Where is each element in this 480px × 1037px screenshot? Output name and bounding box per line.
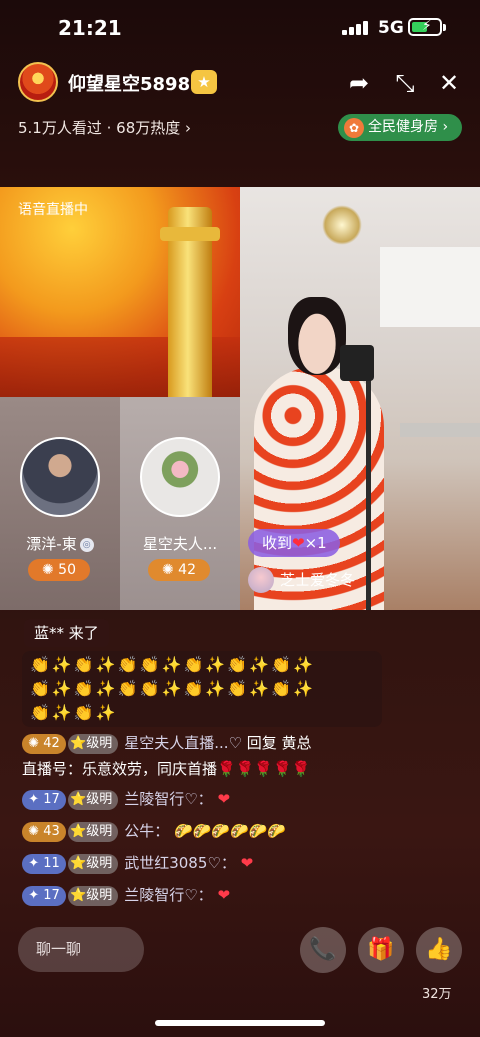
chat-username[interactable]: 公牛： [124,822,169,840]
heart-icon: ❤ [217,790,231,808]
rank-badge: ⭐级明 [68,821,119,842]
rank-badge: ⭐级明 [68,885,119,906]
badge-icon: ★ [191,70,217,94]
rank-badge: ⭐级明 [68,853,119,874]
status-time: 21:21 [58,16,122,40]
status-bar: 21:21 5G ⚡ [0,0,480,56]
background-table [400,423,480,437]
chat-message[interactable]: ✦ 17 ⭐级明 兰陵智行♡： ❤ [22,786,230,812]
host-avatar[interactable] [18,62,58,102]
sender-name: 芝士爱冬冬 [280,571,356,589]
guest-avatar [20,437,100,517]
like-count: 32万 [422,987,452,1002]
guest-avatar [140,437,220,517]
home-indicator[interactable] [155,1020,325,1026]
chat-username[interactable]: 星空夫人直播...♡ [124,734,242,752]
level-badge: ✺ 43 [22,821,66,842]
signal-icon [342,21,372,35]
voice-panel[interactable]: 语音直播中 [0,187,240,397]
phone-stand [366,377,371,610]
battery-icon: ⚡ [408,18,442,36]
fitness-icon: ✿ [344,118,364,138]
rank-badge: ⭐级明 [68,733,119,754]
pillar-top [160,227,220,241]
chat-username[interactable]: 武世红3085♡： [124,854,236,872]
like-icon[interactable]: 👍 [416,927,462,973]
level-badge: ✦ 17 [22,885,66,906]
guest-name: 漂洋-東 [26,535,77,553]
host-video[interactable]: 收到❤×1 芝士爱冬冬 [240,187,480,610]
heart-icon: ❤ [217,886,231,904]
host-name[interactable]: 仰望星空5898 [68,70,190,96]
chat-username[interactable]: 兰陵智行♡： [124,886,212,904]
rank-badge: ⭐级明 [68,789,119,810]
guest-name: 星空夫人... [142,535,218,553]
level-badge: ✦ 17 [22,789,66,810]
battery-tip [443,24,446,31]
heart-icon: ❤ [240,854,254,872]
guest-score: ✺ 42 [148,559,210,581]
chat-username[interactable]: 兰陵智行♡： [124,790,212,808]
gym-label: 全民健身房 › [368,119,449,135]
gift-sender[interactable]: 芝士爱冬冬 [248,567,355,593]
chat-message-body: 直播号：乐意效劳，同庆首播🌹🌹🌹🌹🌹 [22,760,311,778]
arrival-notice: 蓝** 来了 [24,619,109,647]
gift-notice: 收到❤×1 [248,529,340,557]
network-type: 5G [378,18,404,38]
collapse-icon[interactable]: ⤡ [388,66,422,100]
guest-seat-1[interactable]: 漂洋-東 ◎ ✺ 50 [0,397,120,610]
level-badge: ✺ 42 [22,733,66,754]
chat-message[interactable]: ✺ 43 ⭐级明 公牛： 🌮🌮🌮🌮🌮🌮 [22,818,286,844]
guest-seat-2[interactable]: 星空夫人... ✺ 42 [120,397,240,610]
emoji-message: 👏✨👏✨👏👏✨👏✨👏✨👏✨ 👏✨👏✨👏👏✨👏✨👏✨👏✨ 👏✨👏✨ [22,651,382,727]
video-call-icon[interactable]: 📞 [300,927,346,973]
host-head [288,297,346,375]
chat-message[interactable]: ✦ 11 ⭐级明 武世红3085♡： ❤ [22,850,253,876]
live-stage: 语音直播中 漂洋-東 ◎ ✺ 50 星空夫人... ✺ 42 收到❤×1 芝士爱冬… [0,187,480,610]
guest-score: ✺ 50 [28,559,90,581]
background-window [380,247,480,327]
gym-button[interactable]: ✿ 全民健身房 › [338,114,462,141]
chat-input[interactable]: 聊一聊 [18,927,144,972]
voice-live-label: 语音直播中 [18,202,88,218]
sender-avatar [248,567,274,593]
chat-message[interactable]: ✺ 42 ⭐级明 星空夫人直播...♡ 回复 黄总 直播号：乐意效劳，同庆首播🌹🌹🌹… [22,730,312,782]
chandelier [322,205,362,245]
close-icon[interactable]: ✕ [432,66,466,100]
level-badge: ✦ 11 [22,853,66,874]
chat-message[interactable]: ✦ 17 ⭐级明 兰陵智行♡： ❤ [22,882,230,908]
verified-icon: ◎ [79,537,94,552]
gift-icon[interactable]: 🎁 [358,927,404,973]
viewer-stats[interactable]: 5.1万人看过 · 68万热度 › [18,117,191,138]
share-icon[interactable]: ➦ [342,66,376,100]
phone-device [340,345,374,381]
heart-icon: ❤ [292,534,305,552]
